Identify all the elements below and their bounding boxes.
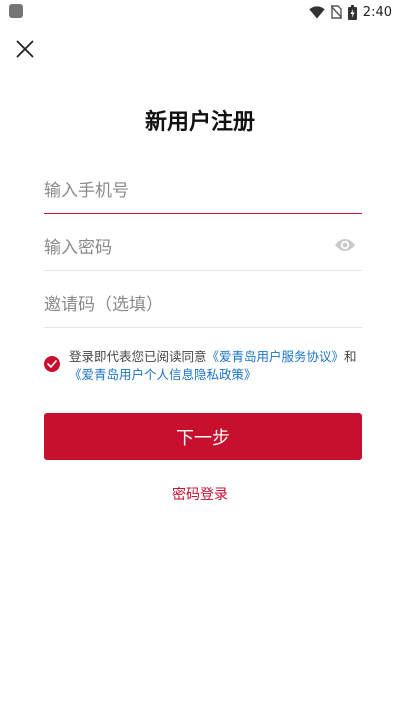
no-sim-icon — [330, 5, 342, 19]
privacy-link[interactable]: 《爱青岛用户个人信息隐私政策》 — [69, 367, 257, 382]
phone-field — [44, 169, 362, 214]
agreement-prefix: 登录即代表您已阅读同意 — [69, 349, 207, 364]
check-icon — [47, 360, 57, 368]
close-button[interactable] — [12, 36, 38, 62]
page-title: 新用户注册 — [144, 110, 255, 135]
close-icon — [16, 40, 34, 58]
agreement-checkbox[interactable] — [44, 356, 60, 372]
invite-code-input[interactable] — [44, 283, 314, 327]
password-visibility-toggle[interactable] — [334, 237, 358, 259]
status-time: 2:40 — [362, 4, 392, 20]
invite-code-field — [44, 283, 362, 328]
terms-link[interactable]: 《爱青岛用户服务协议》 — [207, 349, 345, 364]
wifi-icon — [309, 5, 325, 18]
eye-icon — [335, 239, 355, 251]
password-login-link[interactable]: 密码登录 — [0, 484, 400, 504]
status-bar: 2:40 — [0, 0, 400, 24]
next-step-button[interactable]: 下一步 — [44, 413, 362, 460]
phone-input[interactable] — [44, 169, 314, 213]
status-icons: 2:40 — [309, 2, 392, 22]
password-field — [44, 226, 362, 271]
agreement-text: 登录即代表您已阅读同意《爱青岛用户服务协议》和《爱青岛用户个人信息隐私政策》 — [69, 348, 369, 384]
battery-charging-icon — [347, 4, 357, 20]
agreement-conjunction: 和 — [344, 349, 357, 364]
password-input[interactable] — [44, 226, 314, 270]
app-notification-icon — [9, 4, 23, 18]
